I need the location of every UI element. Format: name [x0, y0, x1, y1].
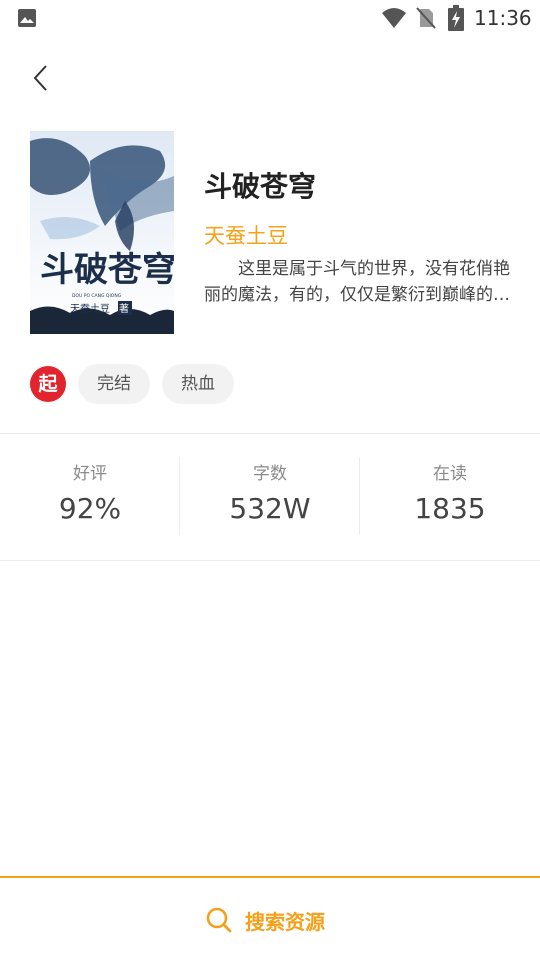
- source-badge: 起: [30, 366, 66, 402]
- wifi-icon: [382, 8, 406, 28]
- stat-word-count-label: 字数: [253, 464, 287, 484]
- status-time: 11:36: [474, 6, 532, 30]
- battery-charging-icon: [448, 5, 464, 31]
- cover-title: 斗破苍穹: [40, 250, 174, 290]
- book-title: 斗破苍穹: [204, 170, 317, 203]
- cover-author: 天蚕土豆: [70, 302, 110, 315]
- book-author[interactable]: 天蚕土豆: [204, 220, 288, 250]
- stat-readers-value: 1835: [414, 492, 486, 525]
- no-sim-icon: [416, 7, 436, 29]
- bottom-bar: 搜索资源: [0, 876, 540, 960]
- gallery-icon: [18, 9, 36, 27]
- stat-word-count: 字数 532W: [180, 434, 360, 560]
- stat-rating-value: 92%: [58, 492, 122, 525]
- search-resources-button[interactable]: 搜索资源: [205, 902, 325, 938]
- cover-seal: 著: [119, 302, 129, 315]
- back-button[interactable]: [24, 58, 60, 98]
- stat-rating-label: 好评: [73, 464, 107, 484]
- book-cover[interactable]: 斗破苍穹 DOU PO CANG QIONG 天蚕土豆 著: [30, 131, 174, 334]
- tag-status[interactable]: 完结: [78, 364, 150, 404]
- search-resources-label: 搜索资源: [245, 909, 325, 934]
- tag-genre[interactable]: 热血: [162, 364, 234, 404]
- divider: [0, 560, 540, 561]
- stat-readers: 在读 1835: [360, 434, 540, 560]
- chevron-left-icon: [33, 65, 47, 91]
- stat-rating: 好评 92%: [0, 434, 180, 560]
- stat-word-count-value: 532W: [229, 492, 311, 525]
- stat-readers-label: 在读: [433, 464, 467, 484]
- search-icon: [206, 907, 232, 933]
- cover-pinyin: DOU PO CANG QIONG: [72, 293, 122, 299]
- status-bar: 11:36: [0, 0, 540, 36]
- book-intro[interactable]: 这里是属于斗气的世界，没有花俏艳丽的魔法，有的，仅仅是繁衍到巅峰的斗气！: [204, 256, 514, 308]
